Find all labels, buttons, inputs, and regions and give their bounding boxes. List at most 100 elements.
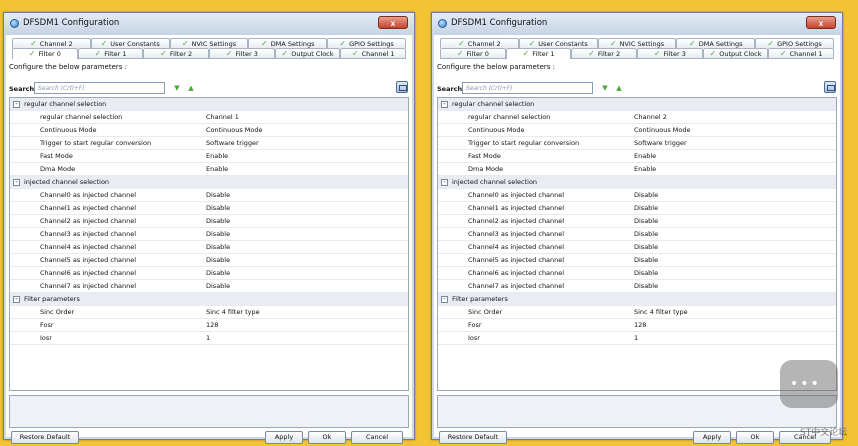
arrow-up-icon[interactable]: ▲: [615, 84, 623, 92]
collapse-icon[interactable]: -: [441, 101, 448, 108]
collapse-icon[interactable]: -: [13, 179, 20, 186]
param-value[interactable]: Sinc 4 filter type: [634, 306, 688, 319]
view-toggle-button[interactable]: [396, 81, 408, 93]
param-value[interactable]: 128: [634, 319, 646, 332]
collapse-icon[interactable]: -: [441, 296, 448, 303]
group-row[interactable]: - Filter parameters: [10, 293, 408, 306]
param-value[interactable]: Channel 2: [634, 111, 667, 124]
param-value[interactable]: 128: [206, 319, 218, 332]
param-row[interactable]: Channel3 as injected channel Disable: [10, 228, 408, 241]
param-row[interactable]: Channel4 as injected channel Disable: [10, 241, 408, 254]
tab-gpio-settings[interactable]: ✓ GPIO Settings: [327, 38, 406, 48]
param-value[interactable]: Disable: [206, 189, 230, 202]
param-row[interactable]: Fast Mode Enable: [10, 150, 408, 163]
param-row[interactable]: Channel2 as injected channel Disable: [10, 215, 408, 228]
collapse-icon[interactable]: -: [13, 296, 20, 303]
tab-filter-1[interactable]: ✓ Filter 1: [77, 48, 144, 58]
param-row[interactable]: Dma Mode Enable: [438, 163, 836, 176]
param-value[interactable]: Software trigger: [206, 137, 259, 150]
collapse-icon[interactable]: -: [441, 179, 448, 186]
group-row[interactable]: - regular channel selection: [438, 98, 836, 111]
arrow-up-icon[interactable]: ▲: [187, 84, 195, 92]
param-row[interactable]: Dma Mode Enable: [10, 163, 408, 176]
param-row[interactable]: Channel7 as injected channel Disable: [438, 280, 836, 293]
param-row[interactable]: Continuous Mode Continuous Mode: [438, 124, 836, 137]
param-value[interactable]: Disable: [206, 215, 230, 228]
param-row[interactable]: Channel3 as injected channel Disable: [438, 228, 836, 241]
tab-nvic-settings[interactable]: ✓ NVIC Settings: [169, 38, 249, 48]
tab-channel-1[interactable]: ✓ Channel 1: [340, 48, 407, 58]
param-row[interactable]: Channel5 as injected channel Disable: [438, 254, 836, 267]
tab-nvic-settings[interactable]: ✓ NVIC Settings: [597, 38, 677, 48]
arrow-down-icon[interactable]: ▼: [601, 84, 609, 92]
tab-channel-1[interactable]: ✓ Channel 1: [768, 48, 835, 58]
param-value[interactable]: Disable: [206, 267, 230, 280]
apply-button[interactable]: Apply: [265, 431, 303, 444]
param-row[interactable]: Iosr 1: [438, 332, 836, 345]
close-button[interactable]: x: [806, 16, 836, 29]
tab-dma-settings[interactable]: ✓ DMA Settings: [248, 38, 328, 48]
ok-button[interactable]: Ok: [308, 431, 346, 444]
param-value[interactable]: 1: [634, 332, 638, 345]
tab-channel-2[interactable]: ✓ Channel 2: [12, 38, 91, 48]
param-row[interactable]: Channel2 as injected channel Disable: [438, 215, 836, 228]
cancel-button[interactable]: Cancel: [351, 431, 403, 444]
collapse-icon[interactable]: -: [13, 101, 20, 108]
param-value[interactable]: Disable: [634, 267, 658, 280]
title-bar[interactable]: DFSDM1 Configuration x: [4, 13, 414, 35]
group-row[interactable]: - injected channel selection: [10, 176, 408, 189]
param-value[interactable]: Continuous Mode: [206, 124, 263, 137]
tab-filter-0[interactable]: ✓ Filter 0: [12, 48, 78, 59]
param-value[interactable]: Enable: [206, 150, 228, 163]
ok-button[interactable]: Ok: [736, 431, 774, 444]
apply-button[interactable]: Apply: [693, 431, 731, 444]
search-input[interactable]: [34, 82, 165, 94]
param-value[interactable]: Disable: [634, 241, 658, 254]
tab-filter-3[interactable]: ✓ Filter 3: [637, 48, 703, 58]
param-value[interactable]: Disable: [634, 202, 658, 215]
param-row[interactable]: Fosr 128: [10, 319, 408, 332]
view-toggle-button[interactable]: [824, 81, 836, 93]
param-value[interactable]: Continuous Mode: [634, 124, 691, 137]
tab-filter-1[interactable]: ✓ Filter 1: [505, 48, 572, 59]
param-row[interactable]: regular channel selection Channel 2: [438, 111, 836, 124]
param-row[interactable]: Channel6 as injected channel Disable: [10, 267, 408, 280]
param-row[interactable]: Continuous Mode Continuous Mode: [10, 124, 408, 137]
param-row[interactable]: Channel6 as injected channel Disable: [438, 267, 836, 280]
param-value[interactable]: Sinc 4 filter type: [206, 306, 260, 319]
tab-filter-0[interactable]: ✓ Filter 0: [440, 48, 506, 58]
param-row[interactable]: Channel4 as injected channel Disable: [438, 241, 836, 254]
param-value[interactable]: Disable: [206, 280, 230, 293]
restore-default-button[interactable]: Restore Default: [11, 431, 79, 444]
group-row[interactable]: - injected channel selection: [438, 176, 836, 189]
tab-dma-settings[interactable]: ✓ DMA Settings: [676, 38, 756, 48]
param-row[interactable]: Sinc Order Sinc 4 filter type: [10, 306, 408, 319]
tab-channel-2[interactable]: ✓ Channel 2: [440, 38, 519, 48]
restore-default-button[interactable]: Restore Default: [439, 431, 507, 444]
param-value[interactable]: Enable: [634, 150, 656, 163]
close-button[interactable]: x: [378, 16, 408, 29]
param-value[interactable]: Disable: [206, 254, 230, 267]
param-value[interactable]: Disable: [206, 228, 230, 241]
param-row[interactable]: Channel0 as injected channel Disable: [438, 189, 836, 202]
param-row[interactable]: Channel1 as injected channel Disable: [438, 202, 836, 215]
param-value[interactable]: Disable: [634, 215, 658, 228]
param-value[interactable]: Channel 1: [206, 111, 239, 124]
param-value[interactable]: Disable: [634, 254, 658, 267]
group-row[interactable]: - regular channel selection: [10, 98, 408, 111]
tab-user-constants[interactable]: ✓ User Constants: [518, 38, 598, 48]
param-value[interactable]: Disable: [206, 241, 230, 254]
param-value[interactable]: Disable: [206, 202, 230, 215]
arrow-down-icon[interactable]: ▼: [173, 84, 181, 92]
param-value[interactable]: Software trigger: [634, 137, 687, 150]
param-row[interactable]: Fast Mode Enable: [438, 150, 836, 163]
param-row[interactable]: Channel7 as injected channel Disable: [10, 280, 408, 293]
param-value[interactable]: Enable: [206, 163, 228, 176]
tab-output-clock[interactable]: ✓ Output Clock: [274, 48, 341, 58]
param-value[interactable]: Disable: [634, 228, 658, 241]
title-bar[interactable]: DFSDM1 Configuration x: [432, 13, 842, 35]
param-row[interactable]: Sinc Order Sinc 4 filter type: [438, 306, 836, 319]
group-row[interactable]: - Filter parameters: [438, 293, 836, 306]
param-value[interactable]: Enable: [634, 163, 656, 176]
param-row[interactable]: Channel0 as injected channel Disable: [10, 189, 408, 202]
